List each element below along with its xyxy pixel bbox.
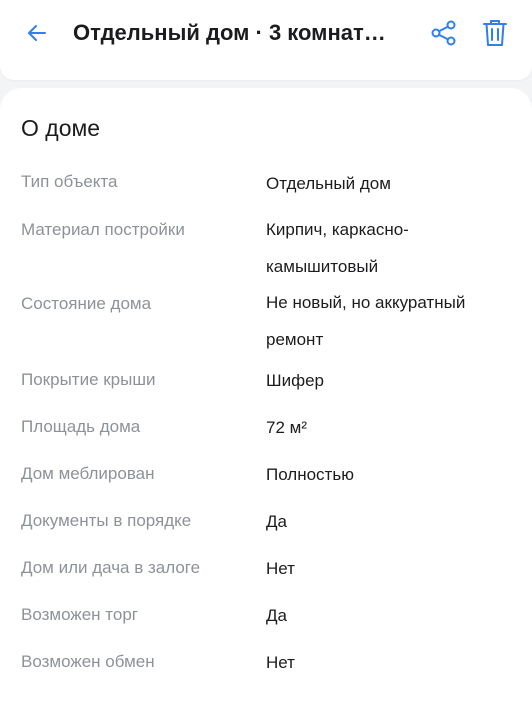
detail-value-material: Кирпич, каркасно-камышитовый bbox=[266, 220, 409, 276]
trash-icon bbox=[483, 20, 507, 46]
app-bar: Отдельный дом · 3 комнаты... bbox=[0, 0, 532, 66]
detail-value-roof: Шифер bbox=[266, 371, 324, 390]
detail-label-documents: Документы в порядке bbox=[21, 511, 192, 530]
detail-value-object-type: Отдельный дом bbox=[266, 174, 391, 193]
detail-label-roof: Покрытие крыши bbox=[21, 370, 156, 389]
detail-label-pledge: Дом или дача в залоге bbox=[21, 558, 201, 577]
page-title: Отдельный дом · 3 комнаты... bbox=[73, 20, 395, 45]
section-title: О доме bbox=[21, 115, 101, 141]
detail-value-documents: Да bbox=[266, 512, 287, 531]
detail-label-bargain: Возможен торг bbox=[21, 605, 138, 624]
detail-value-area: 72 м² bbox=[266, 418, 307, 437]
back-button[interactable] bbox=[20, 17, 54, 49]
detail-label-exchange: Возможен обмен bbox=[21, 652, 155, 671]
detail-value-bargain: Да bbox=[266, 606, 287, 625]
delete-button[interactable] bbox=[477, 14, 513, 52]
detail-label-furnished: Дом меблирован bbox=[21, 464, 155, 483]
share-icon bbox=[431, 20, 456, 46]
detail-label-object-type: Тип объекта bbox=[21, 172, 118, 191]
detail-value-pledge: Нет bbox=[266, 559, 295, 578]
detail-value-exchange: Нет bbox=[266, 653, 295, 672]
detail-value-furnished: Полностью bbox=[266, 465, 354, 484]
detail-label-area: Площадь дома bbox=[21, 417, 141, 436]
detail-value-condition: Не новый, но аккуратный ремонт bbox=[266, 293, 466, 349]
detail-label-condition: Состояние дома bbox=[21, 294, 152, 313]
detail-label-material: Материал постройки bbox=[21, 220, 185, 239]
arrow-left-icon bbox=[28, 25, 46, 41]
previous-card-edge bbox=[0, 66, 532, 80]
share-button[interactable] bbox=[426, 15, 462, 51]
